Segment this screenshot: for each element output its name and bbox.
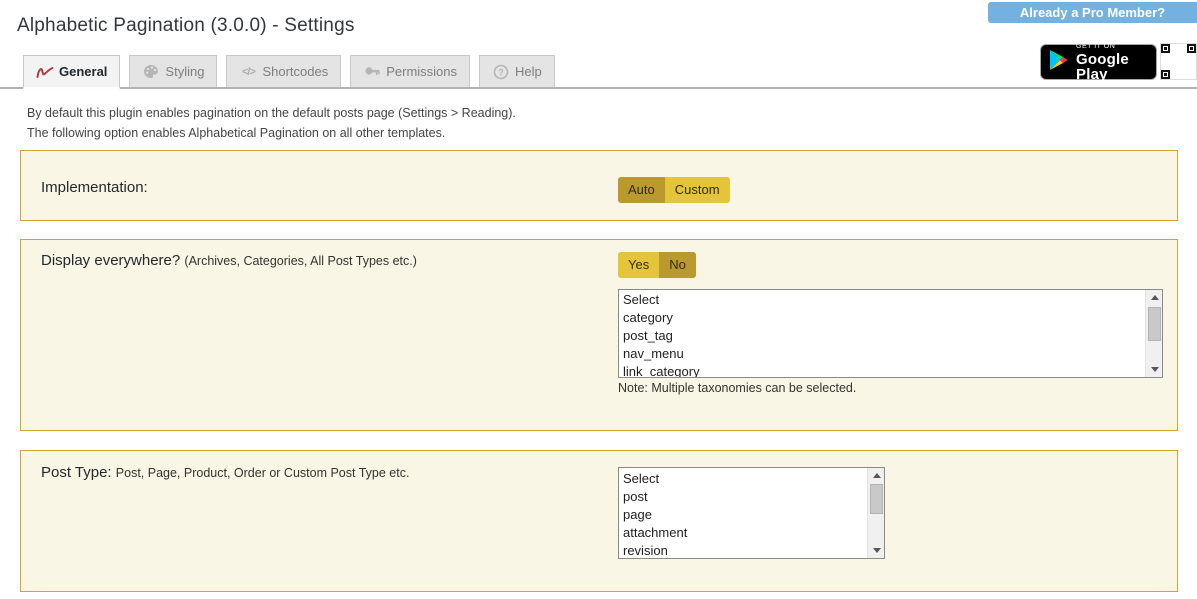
svg-text:?: ? bbox=[498, 67, 504, 77]
taxonomy-option[interactable]: Select bbox=[619, 291, 1145, 309]
section-implementation: Implementation: Auto Custom bbox=[20, 150, 1178, 221]
tab-help[interactable]: ? Help bbox=[479, 55, 555, 87]
scrollbar-thumb[interactable] bbox=[870, 484, 883, 514]
section-post-type: Post Type: Post, Page, Product, Order or… bbox=[20, 450, 1178, 592]
post-type-option[interactable]: post bbox=[619, 488, 867, 506]
qr-code bbox=[1161, 44, 1196, 79]
display-everywhere-toggle: Yes No bbox=[618, 252, 696, 278]
custom-button[interactable]: Custom bbox=[665, 177, 730, 203]
settings-page: Alphabetic Pagination (3.0.0) - Settings… bbox=[0, 0, 1197, 599]
intro-text: By default this plugin enables paginatio… bbox=[27, 103, 516, 143]
palette-icon bbox=[142, 64, 160, 80]
post-type-sublabel: Post, Page, Product, Order or Custom Pos… bbox=[116, 466, 410, 480]
taxonomy-option[interactable]: post_tag bbox=[619, 327, 1145, 345]
taxonomy-option[interactable]: category bbox=[619, 309, 1145, 327]
tab-permissions[interactable]: Permissions bbox=[350, 55, 470, 87]
scroll-down-icon[interactable] bbox=[1146, 362, 1163, 377]
tab-label: General bbox=[59, 64, 107, 79]
post-type-scrollbar[interactable] bbox=[867, 468, 884, 558]
scrollbar-thumb[interactable] bbox=[1148, 307, 1161, 341]
post-type-option[interactable]: attachment bbox=[619, 524, 867, 542]
taxonomy-select[interactable]: Selectcategorypost_tagnav_menulink_categ… bbox=[618, 289, 1163, 378]
google-play-text: GET IT ON Google Play bbox=[1076, 43, 1148, 82]
intro-line-2: The following option enables Alphabetica… bbox=[27, 123, 516, 143]
tab-general[interactable]: General bbox=[23, 55, 120, 89]
post-type-option[interactable]: revision bbox=[619, 542, 867, 558]
intro-line-1: By default this plugin enables paginatio… bbox=[27, 103, 516, 123]
tab-styling[interactable]: Styling bbox=[129, 55, 217, 87]
scroll-up-icon[interactable] bbox=[1146, 290, 1163, 305]
post-type-select[interactable]: Selectpostpageattachmentrevision bbox=[618, 467, 885, 559]
code-icon: </> bbox=[239, 64, 257, 80]
play-triangle-icon bbox=[1049, 49, 1069, 76]
taxonomy-scrollbar[interactable] bbox=[1145, 290, 1162, 377]
scroll-down-icon[interactable] bbox=[868, 543, 885, 558]
signature-icon bbox=[36, 64, 54, 80]
post-type-option[interactable]: page bbox=[619, 506, 867, 524]
auto-button[interactable]: Auto bbox=[618, 177, 665, 203]
implementation-label: Implementation: bbox=[41, 179, 148, 196]
taxonomy-option[interactable]: link_category bbox=[619, 363, 1145, 377]
pro-member-button[interactable]: Already a Pro Member? bbox=[988, 2, 1197, 23]
tab-label: Shortcodes bbox=[262, 64, 328, 79]
tab-label: Styling bbox=[165, 64, 204, 79]
key-icon bbox=[363, 64, 381, 80]
tab-label: Help bbox=[515, 64, 542, 79]
taxonomy-option[interactable]: nav_menu bbox=[619, 345, 1145, 363]
help-icon: ? bbox=[492, 64, 510, 80]
tab-shortcodes[interactable]: </> Shortcodes bbox=[226, 55, 341, 87]
implementation-toggle: Auto Custom bbox=[618, 177, 730, 203]
yes-button[interactable]: Yes bbox=[618, 252, 659, 278]
no-button[interactable]: No bbox=[659, 252, 696, 278]
post-type-option[interactable]: Select bbox=[619, 470, 867, 488]
post-type-label: Post Type: Post, Page, Product, Order or… bbox=[41, 464, 409, 481]
taxonomy-note: Note: Multiple taxonomies can be selecte… bbox=[618, 381, 856, 395]
tab-label: Permissions bbox=[386, 64, 457, 79]
scroll-up-icon[interactable] bbox=[868, 468, 885, 483]
display-everywhere-sublabel: (Archives, Categories, All Post Types et… bbox=[184, 254, 417, 268]
display-everywhere-label: Display everywhere? (Archives, Categorie… bbox=[41, 252, 417, 269]
section-display-everywhere: Display everywhere? (Archives, Categorie… bbox=[20, 239, 1178, 431]
tab-bar: General Styling </> Shortcodes Permissio… bbox=[0, 55, 1197, 89]
page-title: Alphabetic Pagination (3.0.0) - Settings bbox=[17, 15, 355, 37]
google-play-badge[interactable]: GET IT ON Google Play bbox=[1040, 44, 1157, 80]
